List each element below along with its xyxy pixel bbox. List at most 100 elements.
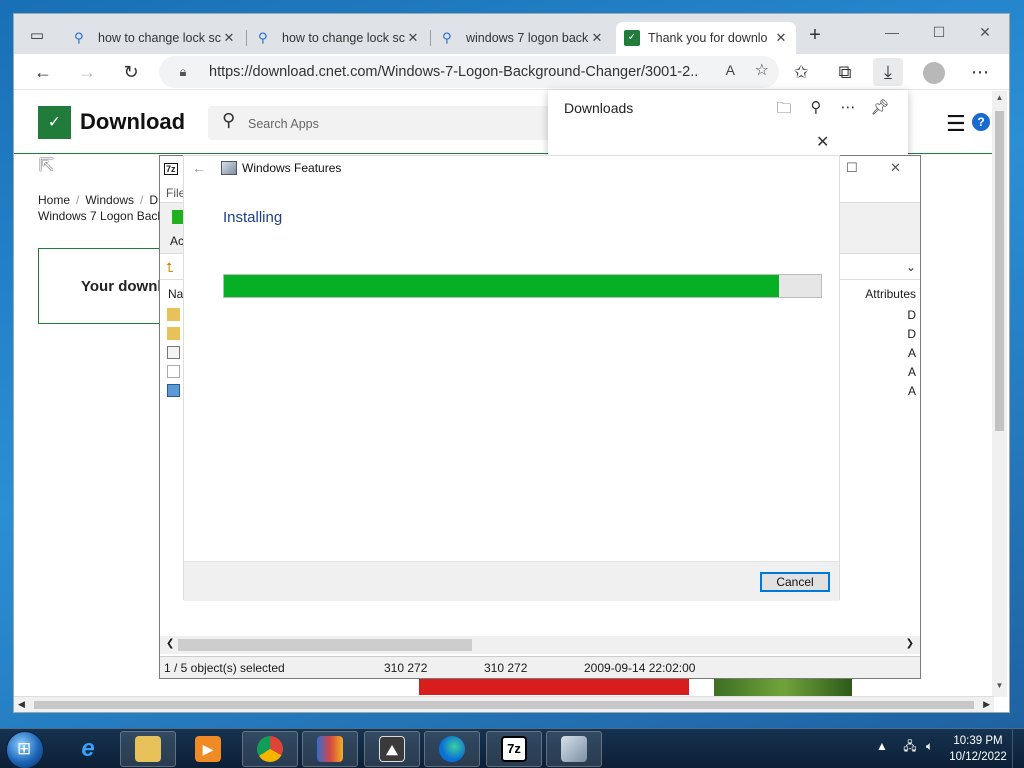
attributes-column-header[interactable]: Attributes	[865, 287, 916, 301]
tab-1[interactable]: ⚲ how to change lock sc ✕	[66, 22, 244, 54]
close-icon[interactable]: ✕	[774, 30, 788, 46]
internet-explorer-icon: e	[81, 735, 95, 762]
clock-date: 10/12/2022	[949, 751, 1007, 763]
read-aloud-icon[interactable]: A	[726, 62, 735, 78]
profile-avatar[interactable]	[919, 58, 949, 86]
close-icon[interactable]: ✕	[590, 30, 604, 46]
taskbar-edge[interactable]	[424, 731, 480, 767]
cnet-logo[interactable]: ✓	[38, 106, 71, 139]
close-icon[interactable]: ✕	[406, 30, 420, 46]
scroll-right-icon[interactable]: ▶	[983, 699, 990, 710]
tab-2[interactable]: ⚲ how to change lock sc ✕	[250, 22, 428, 54]
mouse-cursor-icon: ⇱	[39, 155, 55, 175]
add-favorite-icon[interactable]: ☆	[755, 60, 769, 80]
photos-icon: ⛰	[379, 736, 405, 762]
search-icon[interactable]: ⚲	[804, 98, 828, 116]
collections-icon[interactable]: ⧉	[830, 58, 860, 86]
tab-title: Thank you for downlo	[648, 31, 768, 45]
search-apps-input[interactable]: ⚲ Search Apps	[208, 106, 558, 140]
more-menu-icon[interactable]: ⋯	[965, 58, 995, 86]
taskbar-explorer[interactable]	[120, 731, 176, 767]
tab-separator	[430, 30, 431, 46]
scroll-right-icon[interactable]: ❯	[906, 638, 914, 649]
tab-4-active[interactable]: ✓ Thank you for downlo ✕	[616, 22, 796, 54]
ad-image[interactable]	[714, 679, 852, 697]
tab-actions-icon[interactable]: ▭	[24, 24, 50, 46]
address-bar[interactable]: 🔒︎ https://download.cnet.com/Windows-7-L…	[159, 56, 779, 88]
file-icon	[167, 365, 180, 378]
start-button[interactable]	[6, 731, 44, 768]
installing-heading: Installing	[223, 209, 283, 226]
horizontal-scroll-thumb[interactable]	[178, 639, 472, 651]
taskbar-chrome[interactable]	[242, 731, 298, 767]
breadcrumb-home[interactable]: Home	[38, 193, 70, 207]
breadcrumb-category[interactable]: D	[149, 193, 158, 207]
new-tab-button[interactable]: +	[803, 24, 827, 48]
favorites-icon[interactable]: ✩	[786, 58, 816, 86]
library-icon	[317, 736, 343, 762]
close-icon[interactable]: ✕	[816, 132, 829, 152]
text-file-icon	[167, 346, 180, 359]
pin-icon[interactable]: 📌︎	[868, 98, 892, 116]
downloads-icon[interactable]: ⤓	[873, 58, 903, 86]
hamburger-menu-icon[interactable]: ☰	[946, 111, 966, 137]
attr-value: A	[907, 346, 916, 360]
url-text: https://download.cnet.com/Windows-7-Logo…	[209, 64, 699, 80]
scroll-left-icon[interactable]: ❮	[166, 638, 174, 649]
scroll-thumb[interactable]	[995, 111, 1004, 431]
taskbar-windows-features[interactable]	[546, 731, 602, 767]
taskbar: e ▶ ⛰ 7z ▲ 🖧︎ 🔈︎ 10:39 PM 10/12/2022	[0, 728, 1024, 768]
close-icon[interactable]: ✕	[222, 30, 236, 46]
help-icon[interactable]: ?	[972, 113, 990, 131]
minimize-icon[interactable]: —	[877, 20, 907, 44]
search-icon: ⚲	[442, 30, 452, 45]
taskbar-ie[interactable]: e	[60, 731, 116, 767]
close-window-icon[interactable]: ✕	[970, 20, 1000, 44]
chevron-down-icon[interactable]: ⌄	[906, 260, 916, 274]
horizontal-scroll-thumb[interactable]	[34, 701, 974, 709]
packed-size-status: 310 272	[484, 661, 528, 675]
search-icon: ⚲	[74, 30, 84, 45]
ad-banner[interactable]	[419, 679, 689, 695]
taskbar-media-player[interactable]: ▶	[180, 731, 236, 767]
clock[interactable]: 10:39 PM 10/12/2022	[946, 733, 1010, 765]
horizontal-scrollbar[interactable]: ❮ ❯	[160, 636, 920, 654]
breadcrumb-windows[interactable]: Windows	[85, 193, 134, 207]
more-options-icon[interactable]: ⋯	[836, 98, 860, 116]
close-icon[interactable]: ✕	[890, 160, 901, 176]
breadcrumb: Home / Windows / D	[38, 193, 159, 207]
back-icon[interactable]: ←	[28, 58, 58, 86]
maximize-icon[interactable]: ☐	[846, 160, 858, 176]
volume-icon[interactable]: 🔈︎	[926, 739, 933, 753]
maximize-icon[interactable]: ☐	[924, 20, 954, 44]
network-icon[interactable]: 🖧︎	[903, 739, 916, 753]
open-folder-icon[interactable]: 🗀︎	[772, 98, 796, 123]
7zip-logo-icon: 7z	[164, 163, 178, 175]
up-folder-icon[interactable]: ⮤	[166, 260, 174, 276]
taskbar-photos[interactable]: ⛰	[364, 731, 420, 767]
scroll-up-icon[interactable]: ▲	[992, 93, 1007, 107]
modified-status: 2009-09-14 22:02:00	[584, 661, 696, 675]
status-bar: 1 / 5 object(s) selected 310 272 310 272…	[160, 656, 920, 678]
refresh-icon[interactable]: ↻	[116, 58, 146, 86]
tab-title: how to change lock sc	[282, 31, 405, 45]
taskbar-7zip[interactable]: 7z	[486, 731, 542, 767]
add-label[interactable]: Ac	[170, 234, 184, 248]
name-column-header[interactable]: Na	[168, 287, 183, 301]
horizontal-scrollbar[interactable]: ◀ ▶	[14, 696, 994, 712]
page-scrollbar[interactable]: ▲ ▼	[992, 91, 1007, 697]
show-hidden-icons[interactable]: ▲	[876, 739, 888, 753]
scroll-left-icon[interactable]: ◀	[18, 699, 25, 710]
forward-icon[interactable]: →	[72, 58, 102, 86]
tab-3[interactable]: ⚲ windows 7 logon back ✕	[434, 22, 612, 54]
brand-name[interactable]: Download	[80, 109, 185, 135]
download-message: Your downl	[81, 278, 162, 295]
application-icon	[167, 384, 180, 397]
cancel-button[interactable]: Cancel	[760, 572, 830, 592]
chrome-icon	[257, 736, 283, 762]
taskbar-books[interactable]	[302, 731, 358, 767]
7zip-icon: 7z	[501, 736, 527, 762]
show-desktop-button[interactable]	[1012, 729, 1024, 768]
scroll-down-icon[interactable]: ▼	[992, 681, 1007, 695]
edge-icon	[439, 736, 465, 762]
